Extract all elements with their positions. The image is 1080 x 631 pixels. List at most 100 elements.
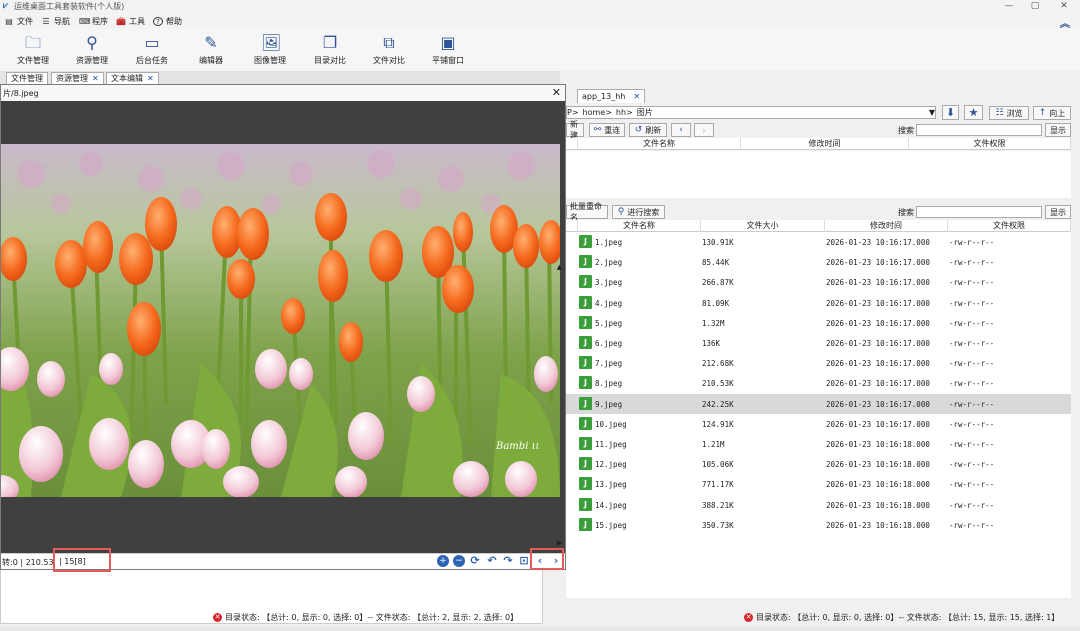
toolbar-dir-compare-button[interactable]: ❐ 目录对比 — [303, 32, 357, 70]
dir-show-button[interactable]: 显示 — [1045, 123, 1071, 137]
file-row[interactable]: J 3.jpeg 266.87K 2026-01-23 10:16:17.000 -rw… — [566, 272, 1071, 292]
next-image-button[interactable]: › — [550, 555, 562, 567]
copy-icon: ❐ — [322, 33, 338, 52]
toolbar-editor-button[interactable]: ✎ 编辑器 — [184, 32, 238, 70]
column-header-perm[interactable]: 文件权限 — [948, 220, 1071, 232]
favorite-button[interactable]: ★ — [964, 105, 983, 120]
file-row[interactable]: J 14.jpeg 388.21K 2026-01-23 10:16:18.000 -r… — [566, 495, 1071, 515]
path-dropdown-button[interactable]: ▼ — [926, 106, 938, 119]
path-segment[interactable]: 图片 — [637, 107, 653, 118]
menu-file[interactable]: ▤ 文件 — [4, 16, 33, 27]
bottom-bar — [0, 626, 1080, 631]
column-header-mtime[interactable]: 修改时间 — [825, 220, 948, 232]
menu-label: 程序 — [92, 17, 108, 26]
file-row[interactable]: J 1.jpeg 130.91K 2026-01-23 10:16:17.000 -rw… — [566, 232, 1071, 252]
back-button[interactable]: ‹ — [671, 123, 691, 137]
file-perm-cell: -rw-r--r-- — [949, 298, 995, 308]
new-button[interactable]: 新建 — [566, 120, 584, 140]
menu-navigate[interactable]: ☰ 导航 — [41, 16, 70, 27]
reconnect-button[interactable]: ⚯ 重连 — [589, 123, 625, 137]
column-header-size[interactable]: 文件大小 — [701, 220, 825, 232]
zoom-out-button[interactable]: − — [453, 555, 465, 567]
up-button[interactable]: ↑ 向上 — [1033, 106, 1071, 120]
file-compare-icon: ⧉ — [383, 33, 395, 52]
toolbar-label: 图像管理 — [254, 56, 286, 65]
file-table-header: 文件名称 文件大小 修改时间 文件权限 — [566, 220, 1071, 232]
link-icon: ⚯ — [593, 125, 602, 135]
toolbox-icon: 🧰 — [116, 17, 126, 26]
image-canvas[interactable]: Bambi ιι ▲ ▶ — [1, 101, 565, 553]
toolbar-label: 文件对比 — [373, 56, 405, 65]
batch-rename-button[interactable]: 批量重命名 — [566, 202, 608, 222]
file-name-cell: 14.jpeg — [595, 500, 627, 510]
jpeg-file-icon: J — [579, 477, 592, 491]
path-segment[interactable]: P> — [567, 107, 579, 118]
minimize-button[interactable]: — — [1000, 1, 1018, 12]
file-perm-cell: -rw-r--r-- — [949, 379, 995, 389]
path-segment[interactable]: home> — [583, 107, 612, 118]
tab-close-icon[interactable]: ✕ — [633, 90, 640, 103]
file-show-button[interactable]: 显示 — [1045, 205, 1071, 219]
file-row[interactable]: J 4.jpeg 81.09K 2026-01-23 10:16:17.000 -rw-… — [566, 293, 1071, 313]
search-go-button[interactable]: ⚲ 进行搜索 — [612, 205, 665, 219]
column-header-name[interactable]: 文件名称 — [578, 220, 701, 232]
scroll-up-button[interactable]: ▲ — [555, 263, 564, 272]
refresh-icon[interactable]: ⟳ — [469, 555, 481, 567]
maximize-button[interactable]: ▢ — [1026, 1, 1044, 12]
previous-image-button[interactable]: ‹ — [534, 555, 546, 567]
file-row[interactable]: J 9.jpeg 242.25K 2026-01-23 10:16:17.000 -rw… — [566, 393, 1071, 414]
jpeg-file-icon: J — [579, 416, 592, 430]
close-viewer-button[interactable]: ✕ — [552, 86, 561, 99]
toolbar-tile-windows-button[interactable]: ▣ 平铺窗口 — [421, 32, 475, 70]
zoom-in-button[interactable]: + — [437, 555, 449, 567]
dir-search-input[interactable] — [916, 124, 1042, 136]
monitor-icon: ▭ — [144, 33, 160, 52]
jpeg-file-icon: J — [579, 376, 592, 390]
path-breadcrumb[interactable]: P> home> hh> 图片 — [566, 106, 936, 119]
file-row[interactable]: J 2.jpeg 85.44K 2026-01-23 10:16:17.000 -rw-… — [566, 252, 1071, 272]
menu-label: 导航 — [54, 17, 70, 26]
file-row[interactable]: J 10.jpeg 124.91K 2026-01-23 10:16:17.000 -r… — [566, 414, 1071, 434]
file-row[interactable]: J 15.jpeg 350.73K 2026-01-23 10:16:18.000 -r… — [566, 515, 1071, 535]
menu-tools[interactable]: 🧰 工具 — [116, 16, 145, 27]
toolbar-resource-manager-button[interactable]: ⚲ 资源管理 — [65, 32, 119, 70]
menu-help[interactable]: ? 帮助 — [153, 16, 182, 27]
close-window-button[interactable]: ✕ — [1055, 1, 1073, 12]
toolbar-label: 后台任务 — [136, 56, 168, 65]
file-row[interactable]: J 11.jpeg 1.21M 2026-01-23 10:16:18.000 -rw-… — [566, 434, 1071, 454]
forward-button[interactable]: › — [694, 123, 714, 137]
rotate-right-icon[interactable]: ↷ — [502, 555, 514, 567]
file-search-input[interactable] — [916, 206, 1042, 218]
scroll-right-button[interactable]: ▶ — [555, 539, 564, 548]
fit-screen-icon[interactable]: ⊡ — [518, 555, 530, 567]
file-row[interactable]: J 6.jpeg 136K 2026-01-23 10:16:17.000 -rw-r-… — [566, 333, 1071, 353]
column-header-name[interactable]: 文件名称 — [578, 138, 741, 150]
file-row[interactable]: J 8.jpeg 210.53K 2026-01-23 10:16:17.000 -rw… — [566, 373, 1071, 393]
image-viewer-window: 片/8.jpeg ✕ Bambi ιι ▲ ▶ 转:0 | 210.53 | 1… — [0, 84, 566, 572]
column-header-perm[interactable]: 文件权限 — [909, 138, 1071, 150]
button-label: 刷新 — [645, 125, 662, 135]
file-row[interactable]: J 13.jpeg 771.17K 2026-01-23 10:16:18.000 -r… — [566, 474, 1071, 494]
menu-program[interactable]: ⌨ 程序 — [79, 16, 108, 27]
toolbar-background-tasks-button[interactable]: ▭ 后台任务 — [125, 32, 179, 70]
refresh-button[interactable]: ↺ 刷新 — [629, 123, 667, 137]
toolbar-image-manager-button[interactable]: 🖼 图像管理 — [243, 32, 297, 70]
tab-app-13-hh[interactable]: app_13_hh ✕ — [577, 89, 646, 103]
toolbar-file-manager-button[interactable]: 🗀 文件管理 — [6, 32, 60, 70]
file-row[interactable]: J 5.jpeg 1.32M 2026-01-23 10:16:17.000 -rw-r… — [566, 313, 1071, 333]
download-button[interactable]: ⬇ — [942, 105, 959, 120]
menu-label: 帮助 — [166, 17, 182, 26]
jpeg-file-icon: J — [579, 255, 592, 269]
collapse-ribbon-icon[interactable]: ︽ — [1060, 15, 1070, 30]
browse-button[interactable]: ☷ 浏览 — [989, 106, 1029, 120]
file-name-cell: 6.jpeg — [595, 339, 623, 348]
rotate-left-icon[interactable]: ↶ — [486, 555, 498, 567]
toolbar-file-compare-button[interactable]: ⧉ 文件对比 — [362, 32, 416, 70]
file-name-cell: 5.jpeg — [595, 318, 623, 328]
file-row[interactable]: J 7.jpeg 212.68K 2026-01-23 10:16:17.000 -rw… — [566, 353, 1071, 373]
file-size-cell: 242.25K — [702, 399, 734, 409]
column-header-mtime[interactable]: 修改时间 — [741, 138, 909, 150]
file-perm-cell: -rw-r--r-- — [949, 440, 995, 449]
path-segment[interactable]: hh> — [616, 107, 633, 118]
file-row[interactable]: J 12.jpeg 105.06K 2026-01-23 10:16:18.000 -r… — [566, 454, 1071, 474]
